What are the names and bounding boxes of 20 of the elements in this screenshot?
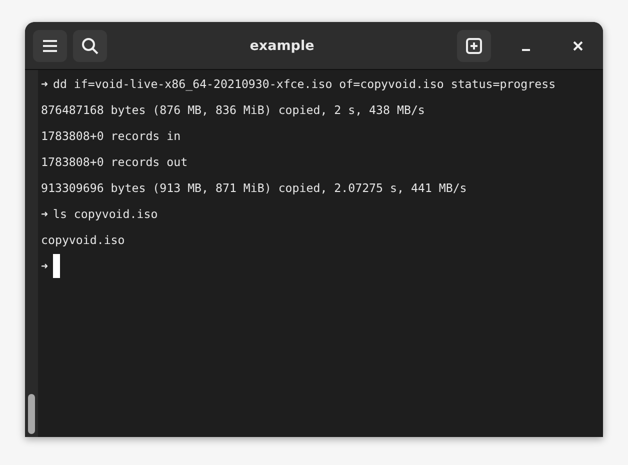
output-text: 876487168 bytes (876 MB, 836 MiB) copied, 2 s, 438 MB/s xyxy=(41,103,425,117)
command-text: ls copyvoid.iso xyxy=(52,207,158,221)
search-icon xyxy=(81,36,99,54)
close-icon xyxy=(573,40,583,50)
prompt-arrow: ➜ xyxy=(41,207,48,221)
output-text: 1783808+0 records in xyxy=(41,129,181,143)
new-tab-button[interactable] xyxy=(457,30,491,62)
prompt-arrow: ➜ xyxy=(41,77,48,91)
menu-icon xyxy=(42,38,58,52)
minimize-icon xyxy=(521,48,531,50)
plus-square-icon xyxy=(466,38,482,54)
scrollbar-thumb[interactable] xyxy=(28,394,35,434)
window-title: example xyxy=(248,38,316,54)
output-text: 913309696 bytes (913 MB, 871 MiB) copied, 2.07275 s, 441 MB/s xyxy=(41,181,467,195)
search-button[interactable] xyxy=(73,30,107,62)
output-text: copyvoid.iso xyxy=(41,233,125,247)
prompt-arrow: ➜ xyxy=(41,259,48,273)
output-text: 1783808+0 records out xyxy=(41,155,188,169)
command-text: dd if=void-live-x86_64-20210930-xfce.iso of=copyvoid.iso status=progress xyxy=(52,77,556,91)
menu-button[interactable] xyxy=(33,30,67,62)
